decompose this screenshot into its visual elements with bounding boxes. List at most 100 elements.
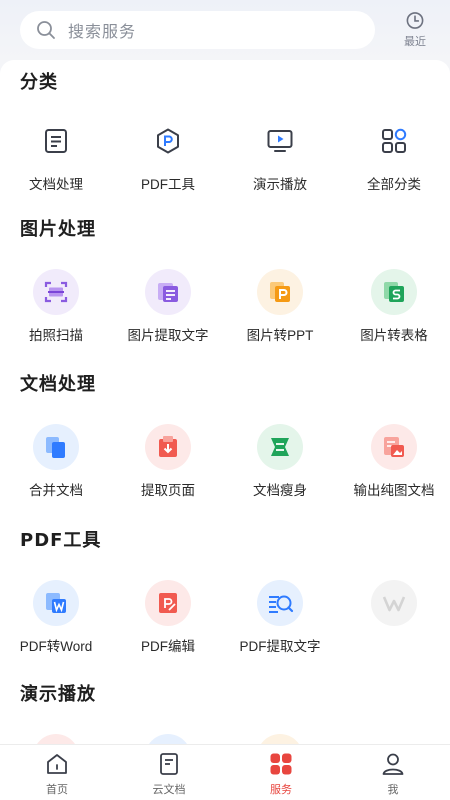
tool-extract-page[interactable]: 提取页面 bbox=[112, 424, 224, 504]
image-to-sheet-icon bbox=[384, 282, 404, 302]
category-document-processing[interactable]: 文档处理 bbox=[0, 118, 112, 198]
icon-wrap bbox=[257, 269, 303, 315]
tool-label: 图片转表格 bbox=[360, 328, 428, 343]
home-icon bbox=[47, 754, 67, 774]
icon-wrap bbox=[145, 269, 191, 315]
category-label: 演示播放 bbox=[253, 177, 307, 192]
search-input[interactable]: 搜索服务 bbox=[20, 11, 375, 49]
tool-grid: PDF转Word PDF编辑 PDF提取文字 bbox=[0, 580, 450, 660]
extract-page-icon bbox=[159, 436, 177, 457]
clock-icon bbox=[406, 12, 424, 29]
tab-label: 云文档 bbox=[152, 784, 186, 796]
pdf-hexagon-icon bbox=[157, 128, 179, 154]
icon-wrap bbox=[145, 118, 191, 164]
tool-label: 输出纯图文档 bbox=[353, 483, 435, 498]
tool-presentation-item[interactable] bbox=[224, 734, 336, 744]
category-grid: 文档处理 PDF工具 演示播放 全部分类 bbox=[0, 118, 450, 198]
category-label: 全部分类 bbox=[367, 177, 421, 192]
tool-label: 图片提取文字 bbox=[127, 328, 209, 343]
image-text-extract-icon bbox=[158, 283, 178, 302]
services-panel[interactable]: 分类 文档处理 PDF工具 演示播放 全部分类 图片处理 拍照扫描 图片提取文字… bbox=[0, 60, 450, 744]
tool-label: 拍照扫描 bbox=[29, 328, 83, 343]
tool-grid: 拍照扫描 图片提取文字 图片转PPT 图片转表格 bbox=[0, 269, 450, 349]
image-to-ppt-icon bbox=[270, 282, 290, 302]
icon-wrap bbox=[33, 580, 79, 626]
tab-home[interactable]: 首页 bbox=[12, 751, 102, 800]
tab-cloud-documents[interactable]: 云文档 bbox=[124, 751, 214, 800]
category-pdf-tools[interactable]: PDF工具 bbox=[112, 118, 224, 198]
icon-wrap bbox=[33, 118, 79, 164]
icon-wrap bbox=[257, 118, 303, 164]
tab-label: 我 bbox=[387, 784, 399, 796]
tool-grid bbox=[0, 734, 450, 744]
recent-button[interactable]: 最近 bbox=[396, 11, 434, 49]
search-icon bbox=[37, 21, 55, 39]
tool-photo-scan[interactable]: 拍照扫描 bbox=[0, 269, 112, 349]
icon-wrap bbox=[371, 424, 417, 470]
tool-label: 图片转PPT bbox=[246, 328, 314, 343]
top-bar: 搜索服务 最近 bbox=[0, 0, 450, 60]
recent-label: 最近 bbox=[404, 36, 426, 48]
tool-image-to-ppt[interactable]: 图片转PPT bbox=[224, 269, 336, 349]
pdf-edit-icon bbox=[159, 593, 177, 613]
tool-wps-logo[interactable] bbox=[338, 580, 450, 660]
category-label: 文档处理 bbox=[29, 177, 83, 192]
icon-wrap bbox=[145, 424, 191, 470]
services-grid-icon bbox=[270, 753, 292, 775]
tool-presentation-item[interactable] bbox=[0, 734, 112, 744]
icon-wrap bbox=[257, 580, 303, 626]
tool-pdf-to-word[interactable]: PDF转Word bbox=[0, 580, 112, 660]
compress-document-icon bbox=[271, 438, 289, 456]
export-image-document-icon bbox=[384, 437, 404, 457]
wps-logo-icon bbox=[382, 596, 406, 612]
tool-label: PDF提取文字 bbox=[239, 639, 321, 654]
icon-wrap bbox=[371, 580, 417, 626]
scan-icon bbox=[44, 281, 68, 303]
tab-label: 服务 bbox=[270, 784, 292, 796]
document-icon bbox=[45, 129, 67, 153]
tool-label: 合并文档 bbox=[29, 483, 83, 498]
icon-wrap bbox=[371, 118, 417, 164]
section-title: 图片处理 bbox=[20, 219, 96, 240]
tool-image-text-extract[interactable]: 图片提取文字 bbox=[112, 269, 224, 349]
tab-services[interactable]: 服务 bbox=[236, 751, 326, 800]
icon-wrap bbox=[371, 269, 417, 315]
category-label: PDF工具 bbox=[141, 177, 195, 192]
profile-icon bbox=[382, 753, 404, 775]
cloud-document-icon bbox=[160, 753, 178, 775]
tool-merge-document[interactable]: 合并文档 bbox=[0, 424, 112, 504]
icon-wrap bbox=[257, 424, 303, 470]
icon-wrap bbox=[33, 269, 79, 315]
tool-grid: 合并文档 提取页面 文档瘦身 输出纯图文档 bbox=[0, 424, 450, 504]
presentation-play-icon bbox=[267, 130, 293, 152]
category-presentation[interactable]: 演示播放 bbox=[224, 118, 336, 198]
all-categories-icon bbox=[382, 128, 407, 153]
icon-wrap bbox=[145, 580, 191, 626]
search-placeholder: 搜索服务 bbox=[68, 24, 137, 41]
section-title: 文档处理 bbox=[20, 374, 96, 395]
section-title: 分类 bbox=[20, 72, 58, 93]
tool-label: PDF编辑 bbox=[141, 639, 195, 654]
tool-pdf-edit[interactable]: PDF编辑 bbox=[112, 580, 224, 660]
tool-presentation-item[interactable] bbox=[112, 734, 224, 744]
section-title: PDF工具 bbox=[20, 530, 102, 551]
tool-compress-document[interactable]: 文档瘦身 bbox=[224, 424, 336, 504]
tool-label: 提取页面 bbox=[141, 483, 195, 498]
pdf-text-extract-icon bbox=[269, 595, 294, 613]
tool-label: 文档瘦身 bbox=[253, 483, 307, 498]
tab-label: 首页 bbox=[46, 784, 68, 796]
presentation-blue-icon bbox=[145, 734, 191, 744]
presentation-orange-icon bbox=[257, 734, 303, 744]
tool-export-image-document[interactable]: 输出纯图文档 bbox=[338, 424, 450, 504]
category-all[interactable]: 全部分类 bbox=[338, 118, 450, 198]
pdf-to-word-icon bbox=[46, 593, 66, 613]
tool-label: PDF转Word bbox=[19, 639, 93, 654]
presentation-red-icon bbox=[33, 734, 79, 744]
icon-wrap bbox=[33, 424, 79, 470]
tool-pdf-text-extract[interactable]: PDF提取文字 bbox=[224, 580, 336, 660]
tool-image-to-sheet[interactable]: 图片转表格 bbox=[338, 269, 450, 349]
bottom-tab-bar: 首页 云文档 服务 我 bbox=[0, 744, 450, 800]
merge-document-icon bbox=[46, 437, 65, 458]
tab-me[interactable]: 我 bbox=[348, 751, 438, 800]
section-title: 演示播放 bbox=[20, 684, 96, 705]
